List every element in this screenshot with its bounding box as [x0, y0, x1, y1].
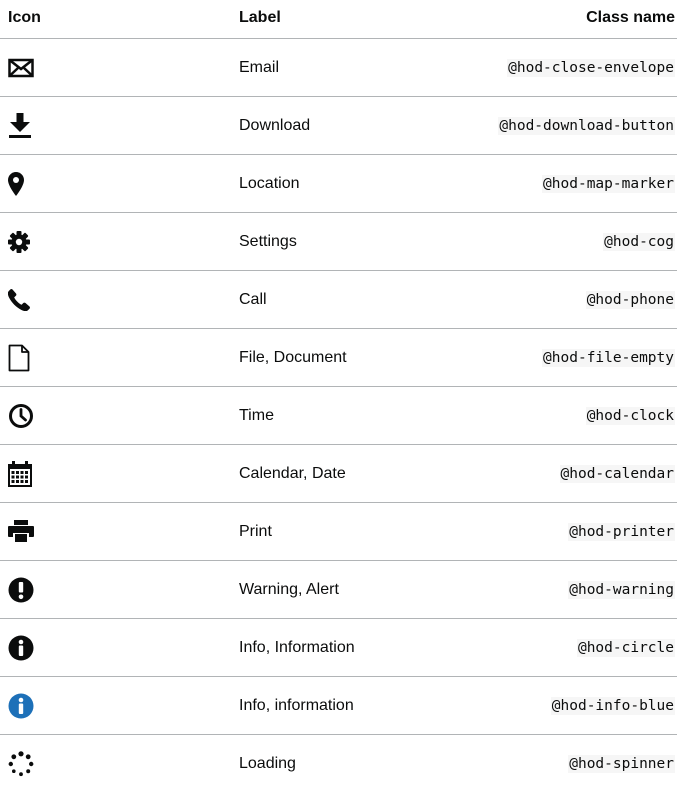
row-label: Info, Information [239, 619, 479, 677]
table-row: Info, information @hod-info-blue [0, 677, 677, 735]
table-row: Print @hod-printer [0, 503, 677, 561]
download-icon [8, 113, 32, 139]
row-class-name: @hod-info-blue [551, 697, 675, 715]
row-label: Email [239, 39, 479, 97]
icon-reference-table: Icon Label Class name Email @hod-close-e… [0, 0, 677, 792]
row-label: Info, information [239, 677, 479, 735]
table-row: Settings @hod-cog [0, 213, 677, 271]
warning-icon [8, 577, 34, 603]
table-row: Download @hod-download-button [0, 97, 677, 155]
row-label: File, Document [239, 329, 479, 387]
header-class-name: Class name [479, 0, 677, 39]
header-icon: Icon [0, 0, 239, 39]
row-class-name: @hod-download-button [498, 117, 675, 135]
row-class-name: @hod-close-envelope [507, 59, 675, 77]
spinner-icon [8, 751, 34, 777]
row-class-name: @hod-file-empty [542, 349, 675, 367]
header-label: Label [239, 0, 479, 39]
row-class-name: @hod-circle [577, 639, 675, 657]
printer-icon [8, 520, 34, 544]
table-header-row: Icon Label Class name [0, 0, 677, 39]
row-class-name: @hod-phone [586, 291, 675, 309]
table-row: Email @hod-close-envelope [0, 39, 677, 97]
table-row: Calendar, Date @hod-calendar [0, 445, 677, 503]
row-label: Settings [239, 213, 479, 271]
row-label: Print [239, 503, 479, 561]
info-blue-icon [8, 693, 34, 719]
row-class-name: @hod-printer [568, 523, 675, 541]
row-label: Loading [239, 735, 479, 792]
row-class-name: @hod-cog [603, 233, 675, 251]
row-class-name: @hod-spinner [568, 755, 675, 773]
map-marker-icon [8, 172, 24, 196]
table-row: File, Document @hod-file-empty [0, 329, 677, 387]
table-row: Call @hod-phone [0, 271, 677, 329]
table-row: Warning, Alert @hod-warning [0, 561, 677, 619]
row-label: Time [239, 387, 479, 445]
row-label: Call [239, 271, 479, 329]
table-row: Time @hod-clock [0, 387, 677, 445]
cog-icon [8, 231, 30, 253]
table-row: Location @hod-map-marker [0, 155, 677, 213]
row-class-name: @hod-map-marker [542, 175, 675, 193]
row-label: Calendar, Date [239, 445, 479, 503]
row-label: Download [239, 97, 479, 155]
file-empty-icon [8, 344, 30, 372]
phone-icon [8, 289, 30, 311]
calendar-icon [8, 461, 32, 487]
row-class-name: @hod-clock [586, 407, 675, 425]
row-class-name: @hod-warning [568, 581, 675, 599]
row-class-name: @hod-calendar [560, 465, 676, 483]
row-label: Warning, Alert [239, 561, 479, 619]
table-row: Loading @hod-spinner [0, 735, 677, 792]
info-circle-icon [8, 635, 34, 661]
envelope-icon [8, 58, 34, 78]
clock-icon [8, 403, 34, 429]
row-label: Location [239, 155, 479, 213]
table-row: Info, Information @hod-circle [0, 619, 677, 677]
